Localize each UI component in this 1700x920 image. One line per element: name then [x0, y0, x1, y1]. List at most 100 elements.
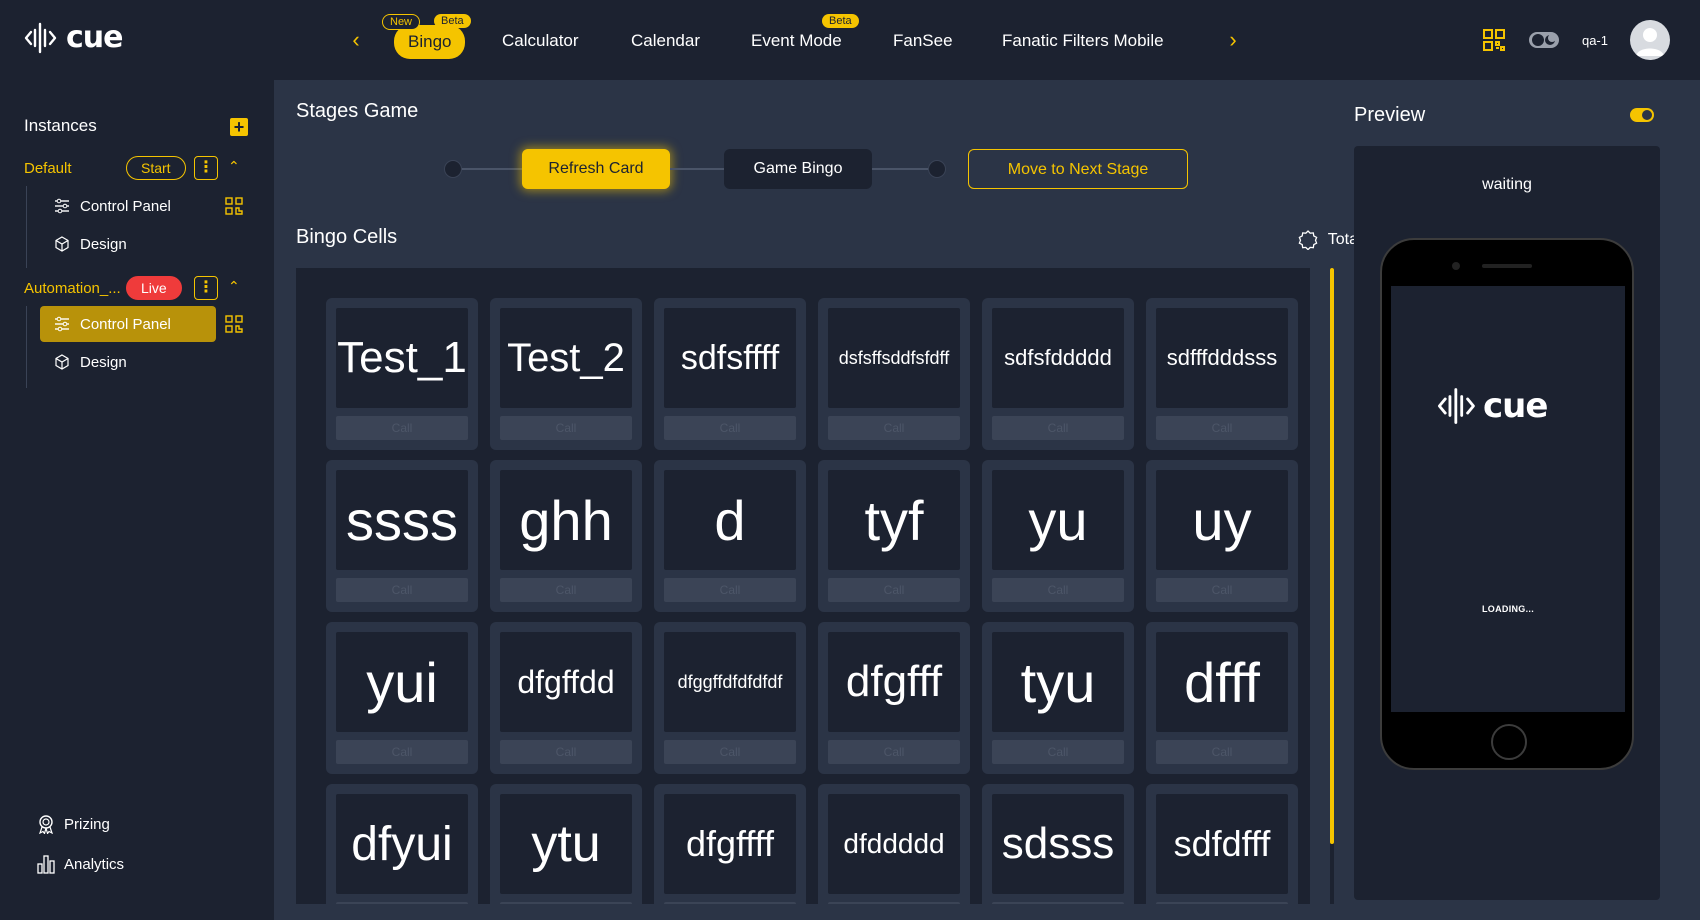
bingo-grid-container[interactable]: Test_1 Call Test_2 Call sdfsffff Call dsfsffsd…: [296, 268, 1310, 904]
bingo-cell[interactable]: ytu Call: [490, 784, 642, 904]
bingo-cell[interactable]: sdsss Call: [982, 784, 1134, 904]
bingo-cell-text: sdfsfddddd: [992, 308, 1124, 408]
chevron-up-icon[interactable]: ⌃: [228, 278, 240, 295]
bingo-cell[interactable]: dfggffdfdfdfdf Call: [654, 622, 806, 774]
call-button[interactable]: Call: [992, 902, 1124, 904]
bingo-grid: Test_1 Call Test_2 Call sdfsffff Call dsfsffsd…: [326, 298, 1298, 904]
chevron-left-icon[interactable]: ‹: [344, 26, 368, 54]
call-button[interactable]: Call: [828, 416, 960, 440]
bingo-cell[interactable]: tyu Call: [982, 622, 1134, 774]
bingo-cell[interactable]: Test_2 Call: [490, 298, 642, 450]
move-to-next-stage-button[interactable]: Move to Next Stage: [968, 149, 1188, 189]
call-button[interactable]: Call: [336, 578, 468, 602]
scrollbar[interactable]: [1330, 268, 1334, 904]
bingo-cell-text: sdfdfff: [1156, 794, 1288, 894]
bingo-cell-text: dfgfff: [828, 632, 960, 732]
call-button[interactable]: Call: [336, 902, 468, 904]
bingo-cell[interactable]: ghh Call: [490, 460, 642, 612]
call-button[interactable]: Call: [828, 902, 960, 904]
bingo-cell[interactable]: Test_1 Call: [326, 298, 478, 450]
chevron-right-icon[interactable]: ›: [1221, 26, 1245, 54]
game-bingo-stage[interactable]: Game Bingo: [724, 149, 872, 189]
theme-toggle-icon[interactable]: [1528, 30, 1560, 50]
bingo-cell[interactable]: sdfsffff Call: [654, 298, 806, 450]
bingo-cell-text: dfddddd: [828, 794, 960, 894]
call-button[interactable]: Call: [992, 740, 1124, 764]
bingo-cell[interactable]: dfyui Call: [326, 784, 478, 904]
bingo-cell[interactable]: ssss Call: [326, 460, 478, 612]
call-button[interactable]: Call: [664, 416, 796, 440]
call-button[interactable]: Call: [992, 416, 1124, 440]
preview-panel: waiting cue LOADING...: [1354, 146, 1660, 900]
live-status-badge[interactable]: Live: [126, 276, 182, 300]
tab-calendar[interactable]: Calendar: [631, 26, 700, 56]
bingo-cell-text: dsfsffsddfsfdff: [828, 308, 960, 408]
call-button[interactable]: Call: [664, 578, 796, 602]
call-button[interactable]: Call: [500, 416, 632, 440]
qr-code-icon[interactable]: [224, 196, 244, 216]
bingo-cell[interactable]: yui Call: [326, 622, 478, 774]
start-button[interactable]: Start: [126, 156, 186, 180]
bingo-cell[interactable]: sdfffdddsss Call: [1146, 298, 1298, 450]
bingo-cell[interactable]: sdfdfff Call: [1146, 784, 1298, 904]
bingo-cell[interactable]: sdfsfddddd Call: [982, 298, 1134, 450]
tab-event-mode[interactable]: Event Mode: [751, 26, 842, 56]
bingo-cell-text: ytu: [500, 794, 632, 894]
call-button[interactable]: Call: [828, 578, 960, 602]
refresh-card-button[interactable]: Refresh Card: [522, 149, 670, 189]
bingo-cell-text: Test_2: [500, 308, 632, 408]
bingo-cell[interactable]: dfddddd Call: [818, 784, 970, 904]
avatar[interactable]: [1630, 20, 1670, 60]
call-button[interactable]: Call: [992, 578, 1124, 602]
bingo-cell[interactable]: tyf Call: [818, 460, 970, 612]
scrollbar-thumb[interactable]: [1330, 268, 1334, 844]
sidebar-item-design[interactable]: Design: [40, 226, 216, 262]
instance-menu-button[interactable]: ⋮: [194, 276, 218, 300]
bingo-cell[interactable]: d Call: [654, 460, 806, 612]
call-button[interactable]: Call: [664, 740, 796, 764]
call-button[interactable]: Call: [1156, 416, 1288, 440]
bingo-cell[interactable]: dsfsffsddfsfdff Call: [818, 298, 970, 450]
sidebar-footer-label: Prizing: [64, 815, 110, 833]
call-button[interactable]: Call: [1156, 578, 1288, 602]
call-button[interactable]: Call: [336, 416, 468, 440]
sidebar-item-design[interactable]: Design: [40, 344, 216, 380]
bingo-cell[interactable]: dfff Call: [1146, 622, 1298, 774]
sidebar-item-control-panel[interactable]: Control Panel: [40, 188, 216, 224]
sidebar-item-analytics[interactable]: Analytics: [36, 854, 124, 874]
header-actions: qa-1: [1482, 20, 1670, 60]
bingo-cell[interactable]: dfgfff Call: [818, 622, 970, 774]
badge-check-icon: [1298, 230, 1318, 250]
call-button[interactable]: Call: [500, 902, 632, 904]
add-instance-button[interactable]: +: [230, 118, 248, 136]
instance-name-default[interactable]: Default: [24, 160, 72, 177]
sidebar-item-label: Control Panel: [80, 315, 171, 333]
tab-bingo[interactable]: Bingo: [394, 25, 466, 59]
instance-name-automation[interactable]: Automation_...: [24, 280, 121, 297]
call-button[interactable]: Call: [500, 578, 632, 602]
tab-fansee[interactable]: FanSee: [893, 26, 953, 56]
sidebar-item-prizing[interactable]: Prizing: [36, 814, 110, 834]
bingo-cell[interactable]: uy Call: [1146, 460, 1298, 612]
bingo-cell[interactable]: dfgffdd Call: [490, 622, 642, 774]
bingo-cell[interactable]: yu Call: [982, 460, 1134, 612]
call-button[interactable]: Call: [1156, 902, 1288, 904]
sidebar-item-control-panel[interactable]: Control Panel: [40, 306, 216, 342]
preview-toggle[interactable]: [1630, 108, 1654, 122]
call-button[interactable]: Call: [828, 740, 960, 764]
call-button[interactable]: Call: [500, 740, 632, 764]
bingo-cell-text: tyf: [828, 470, 960, 570]
instance-menu-button[interactable]: ⋮: [194, 156, 218, 180]
cue-logo[interactable]: cue: [24, 20, 123, 55]
tab-calculator[interactable]: Calculator: [502, 26, 579, 56]
call-button[interactable]: Call: [664, 902, 796, 904]
bingo-cell-text: ssss: [336, 470, 468, 570]
qr-code-icon[interactable]: [1482, 28, 1506, 52]
bingo-cell[interactable]: dfgffff Call: [654, 784, 806, 904]
top-bar: cue ‹ Bingo New Beta Calculator Calendar…: [0, 0, 1700, 80]
qr-code-icon[interactable]: [224, 314, 244, 334]
chevron-up-icon[interactable]: ⌃: [228, 158, 240, 175]
call-button[interactable]: Call: [1156, 740, 1288, 764]
tab-fanatic-filters-mobile[interactable]: Fanatic Filters Mobile: [1002, 26, 1164, 56]
call-button[interactable]: Call: [336, 740, 468, 764]
